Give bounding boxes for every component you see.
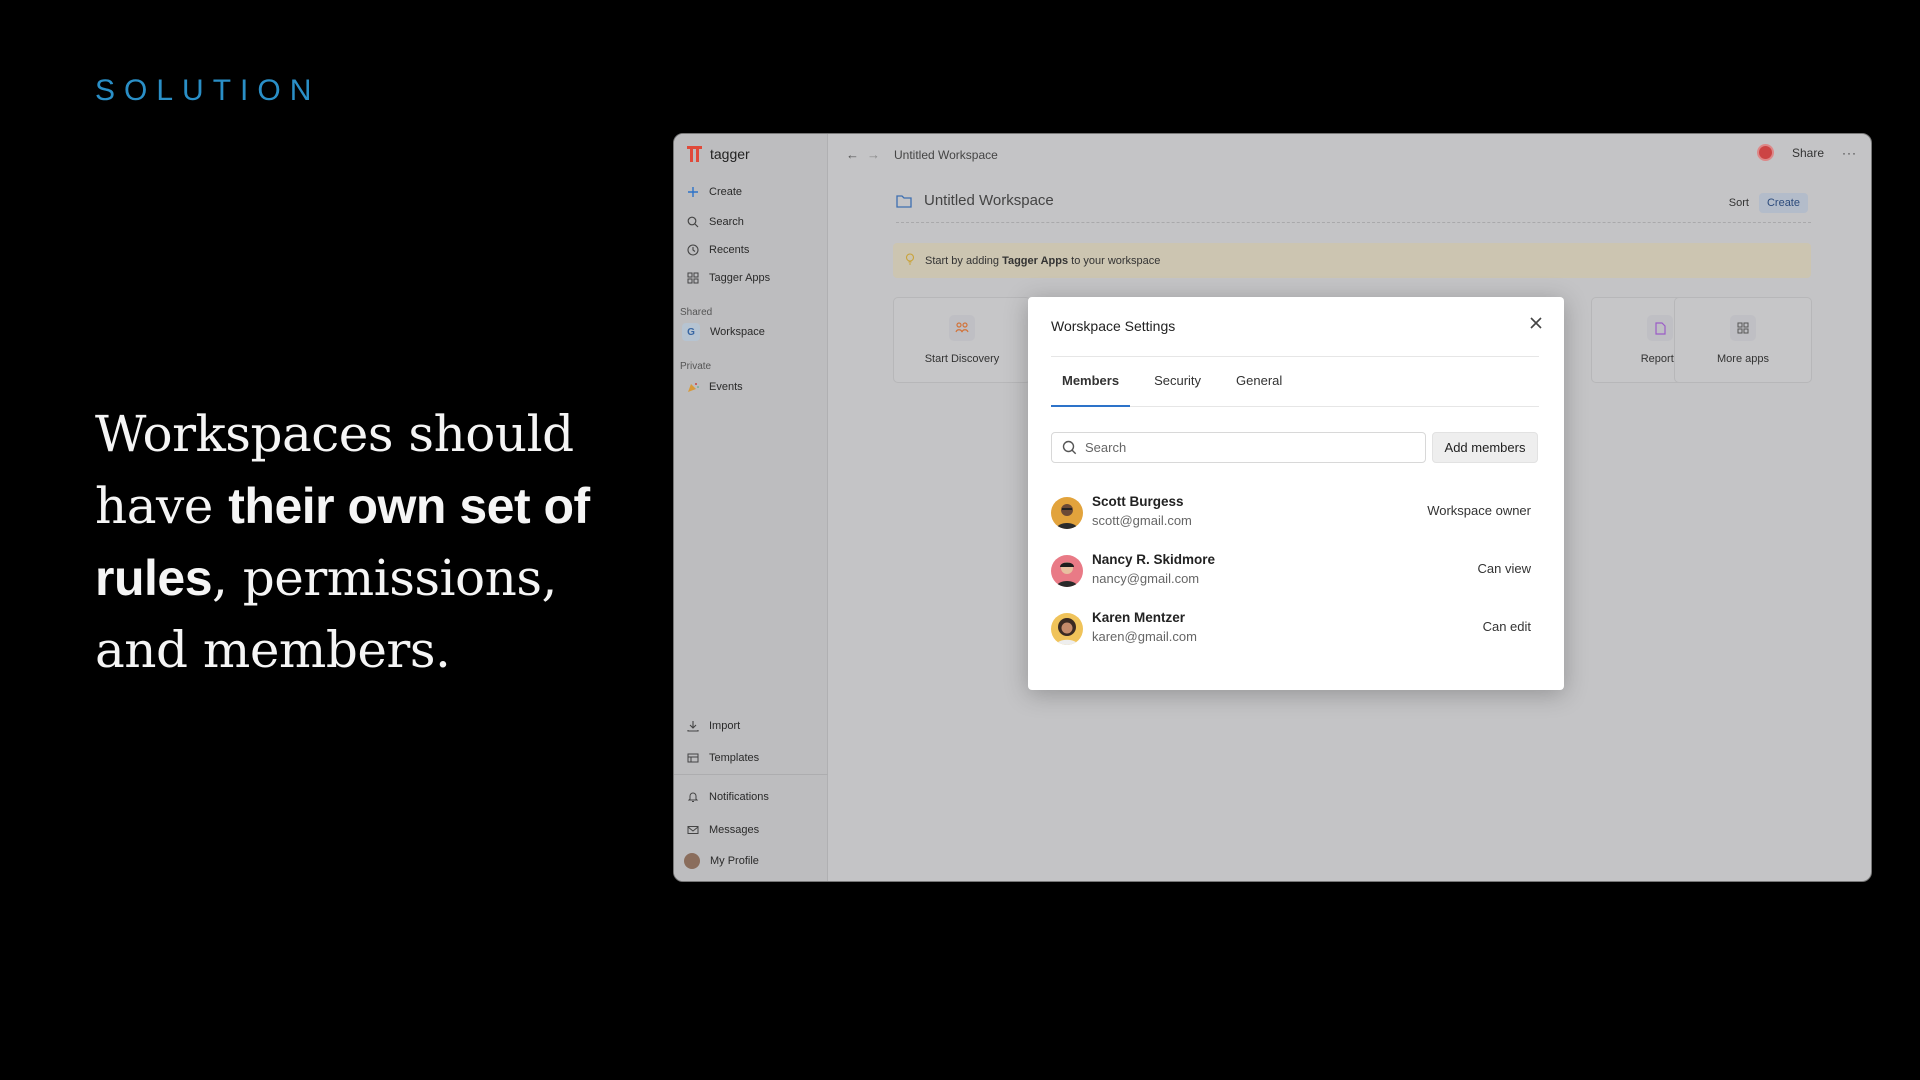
banner-text: Start by adding Tagger Apps to your work…	[925, 255, 1160, 267]
sidebar-item-workspace[interactable]: G Workspace	[682, 323, 765, 341]
workspace-actions: Sort Create	[1729, 193, 1808, 213]
info-banner: Start by adding Tagger Apps to your work…	[893, 243, 1811, 278]
sidebar-section-private: Private	[680, 361, 712, 372]
party-icon	[686, 380, 699, 393]
sidebar-item-label: Import	[709, 719, 741, 732]
card-start-discovery[interactable]: Start Discovery	[893, 297, 1031, 383]
sidebar-item-notifications[interactable]: Notifications	[686, 790, 769, 803]
avatar	[1051, 613, 1083, 645]
sidebar-item-label: Notifications	[709, 790, 769, 803]
banner-bold: Tagger Apps	[1002, 254, 1069, 267]
member-role[interactable]: Can view	[1478, 561, 1531, 576]
search-placeholder: Search	[1085, 440, 1127, 455]
tagger-logo-icon	[687, 146, 702, 162]
topbar-actions: Share ···	[1756, 144, 1857, 161]
settings-tabs: Members Security General	[1051, 371, 1539, 407]
member-email: scott@gmail.com	[1092, 513, 1192, 528]
plus-icon	[686, 185, 699, 198]
sidebar-item-label: Templates	[709, 751, 760, 764]
search-icon	[686, 215, 699, 228]
mail-icon	[686, 823, 699, 836]
sidebar: tagger Create Search Recents Tagger Apps…	[674, 134, 828, 881]
tab-security[interactable]: Security	[1143, 371, 1212, 407]
sidebar-item-profile[interactable]: My Profile	[684, 853, 759, 869]
app-window: tagger Create Search Recents Tagger Apps…	[673, 133, 1872, 882]
sidebar-item-label: Recents	[709, 243, 750, 256]
back-arrow-icon[interactable]: ←	[846, 147, 859, 162]
workspace-title[interactable]: Untitled Workspace	[924, 192, 1054, 209]
member-search-input[interactable]: Search	[1051, 432, 1426, 463]
slide-eyebrow: SOLUTION	[95, 74, 321, 107]
download-icon	[686, 719, 699, 732]
more-icon[interactable]: ···	[1842, 146, 1857, 160]
share-button[interactable]: Share	[1792, 146, 1824, 160]
sidebar-item-events[interactable]: Events	[686, 380, 743, 393]
member-name: Scott Burgess	[1092, 494, 1184, 509]
modal-title: Worskpace Settings	[1051, 318, 1176, 334]
member-name: Karen Mentzer	[1092, 610, 1186, 625]
banner-prefix: Start by adding	[925, 254, 1003, 267]
lightbulb-icon	[905, 253, 915, 268]
brand[interactable]: tagger	[686, 145, 750, 163]
topbar-breadcrumb: ← → Untitled Workspace	[846, 147, 998, 162]
sidebar-item-messages[interactable]: Messages	[686, 823, 759, 836]
workspace-header: Untitled Workspace	[896, 192, 1054, 209]
sidebar-section-shared: Shared	[680, 307, 713, 318]
slide-headline: Workspaces should have their own set of …	[95, 398, 635, 686]
member-row[interactable]: Nancy R. Skidmore nancy@gmail.com Can vi…	[1051, 552, 1531, 590]
card-label: More apps	[1717, 353, 1769, 365]
grid-icon	[686, 271, 699, 284]
sidebar-divider	[674, 774, 828, 775]
sidebar-item-templates[interactable]: Templates	[686, 751, 759, 764]
member-role[interactable]: Can edit	[1483, 619, 1531, 634]
sidebar-item-label: Search	[709, 215, 744, 228]
sidebar-item-label: Events	[709, 380, 743, 393]
sidebar-item-label: Create	[709, 185, 743, 198]
member-row[interactable]: Karen Mentzer karen@gmail.com Can edit	[1051, 610, 1531, 648]
workspace-badge: G	[682, 323, 700, 341]
create-button[interactable]: Create	[1758, 193, 1808, 213]
sidebar-item-label: Messages	[709, 823, 760, 836]
workspace-settings-modal: Worskpace Settings Members Security Gene…	[1028, 297, 1564, 690]
member-role[interactable]: Workspace owner	[1427, 503, 1531, 518]
sort-button[interactable]: Sort	[1729, 197, 1749, 209]
member-name: Nancy R. Skidmore	[1092, 552, 1216, 567]
card-more-apps[interactable]: More apps	[1674, 297, 1812, 383]
clock-icon	[686, 243, 699, 256]
discovery-icon	[949, 315, 975, 341]
grid-icon	[1730, 315, 1756, 341]
member-row[interactable]: Scott Burgess scott@gmail.com Workspace …	[1051, 494, 1531, 532]
sidebar-item-search[interactable]: Search	[686, 215, 744, 228]
sidebar-item-label: Workspace	[710, 326, 765, 338]
folder-icon	[896, 194, 912, 208]
profile-avatar	[684, 853, 700, 869]
tab-members[interactable]: Members	[1051, 371, 1131, 407]
close-icon[interactable]	[1528, 315, 1544, 331]
tab-general[interactable]: General	[1225, 371, 1293, 407]
sidebar-item-import[interactable]: Import	[686, 719, 740, 732]
add-members-button[interactable]: Add members	[1432, 432, 1538, 463]
document-icon	[1647, 315, 1673, 341]
header-divider	[896, 222, 1811, 223]
avatar	[1051, 497, 1083, 529]
member-email: karen@gmail.com	[1092, 629, 1197, 644]
template-icon	[686, 751, 699, 764]
bell-icon	[686, 790, 699, 803]
modal-divider	[1051, 356, 1539, 357]
avatar	[1051, 555, 1083, 587]
sidebar-item-apps[interactable]: Tagger Apps	[686, 271, 770, 284]
user-avatar[interactable]	[1756, 144, 1774, 161]
breadcrumb-current[interactable]: Untitled Workspace	[894, 148, 998, 162]
search-icon	[1062, 440, 1077, 455]
sidebar-item-recents[interactable]: Recents	[686, 243, 749, 256]
card-label: Start Discovery	[924, 353, 1000, 365]
brand-name: tagger	[710, 146, 750, 162]
banner-suffix: to your workspace	[1068, 254, 1161, 267]
forward-arrow-icon[interactable]: →	[867, 147, 880, 162]
member-email: nancy@gmail.com	[1092, 571, 1200, 586]
sidebar-item-create[interactable]: Create	[686, 185, 742, 198]
sidebar-item-label: My Profile	[710, 855, 759, 867]
sidebar-item-label: Tagger Apps	[709, 271, 771, 284]
